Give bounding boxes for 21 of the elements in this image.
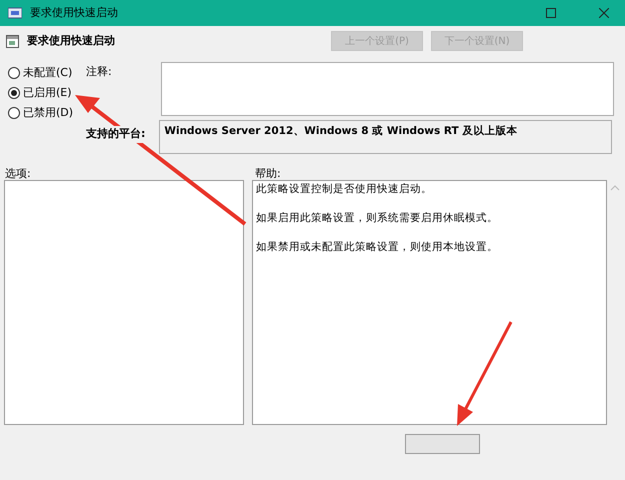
radio-label[interactable]: 已禁用(D) — [23, 104, 74, 122]
comment-field[interactable] — [161, 62, 614, 116]
policy-title: 要求使用快速启动 — [27, 32, 115, 49]
platform-text: Windows Server 2012、Windows 8 或 Windows RT 及以上版本 — [164, 125, 518, 137]
help-paragraph: 此策略设置控制是否使用快速启动。 — [256, 182, 433, 197]
policy-icon — [6, 34, 19, 48]
radio-button[interactable] — [8, 107, 20, 119]
window-title: 要求使用快速启动 — [30, 4, 118, 21]
radio-button[interactable] — [8, 67, 20, 79]
radio-label[interactable]: 未配置(C) — [23, 64, 72, 82]
maximize-icon[interactable] — [546, 8, 556, 18]
platform-label: 支持的平台: — [86, 126, 146, 142]
radio-button[interactable] — [8, 87, 20, 99]
comment-label: 注释: — [86, 64, 113, 80]
app-icon — [8, 7, 22, 19]
options-label: 选项: — [5, 166, 32, 176]
help-paragraph: 如果启用此策略设置，则系统需要启用休眠模式。 — [256, 210, 499, 226]
radio-label[interactable]: 已启用(E) — [23, 84, 72, 102]
help-paragraph: 如果禁用或未配置此策略设置，则使用本地设置。 — [256, 240, 499, 254]
close-icon[interactable] — [599, 8, 609, 18]
help-label: 帮助: — [255, 166, 281, 176]
